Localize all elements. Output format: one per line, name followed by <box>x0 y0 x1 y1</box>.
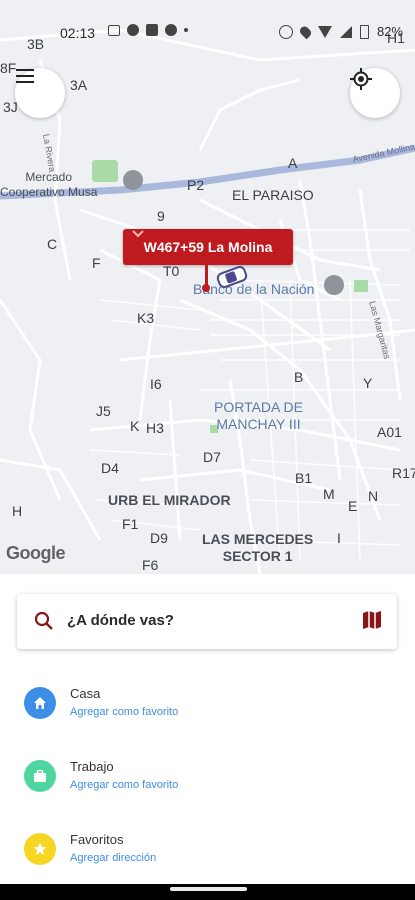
favorite-places[interactable]: Favoritos Agregar dirección <box>0 820 415 880</box>
hamburger-icon <box>16 69 34 83</box>
map-label-k: K <box>130 418 140 434</box>
bank-pin-icon <box>324 275 344 295</box>
map-label-n: N <box>368 488 379 504</box>
map-label-f1: F1 <box>122 516 139 532</box>
favorite-home[interactable]: Casa Agregar como favorito <box>0 674 415 734</box>
chevron-down-icon <box>132 230 144 238</box>
favorite-work-title: Trabajo <box>70 759 114 774</box>
map-label-el-paraiso: EL PARAISO <box>232 187 314 203</box>
car-icon <box>216 266 248 288</box>
map-label-r17: R17 <box>392 465 415 481</box>
favorite-home-title: Casa <box>70 686 101 701</box>
pin-dot <box>202 284 210 292</box>
map-view[interactable]: 3B 8F 3J 3A H1 A Mercado Cooperativo Mus… <box>0 0 415 574</box>
favorite-places-title: Favoritos <box>70 832 124 847</box>
map-label-t0: T0 <box>163 263 180 279</box>
map-label-a01: A01 <box>377 424 402 440</box>
briefcase-icon <box>24 760 56 792</box>
destination-search[interactable]: ¿A dónde vas? <box>17 594 397 649</box>
pin-stem <box>205 265 208 285</box>
map-label-b: B <box>294 369 304 385</box>
map-label-urb: URB EL MIRADOR <box>108 492 231 508</box>
map-icon[interactable] <box>361 609 383 631</box>
map-label-3a: 3A <box>70 77 88 93</box>
map-label-d7: D7 <box>203 449 221 465</box>
map-label-f6: F6 <box>142 557 159 573</box>
map-label-8f: 8F <box>0 60 17 76</box>
map-label-9: 9 <box>157 208 165 224</box>
pickup-address: W467+59 La Molina <box>143 239 273 255</box>
map-label-b1: B1 <box>295 470 313 486</box>
search-icon <box>34 611 53 630</box>
map-label-mercedes: LAS MERCEDES SECTOR 1 <box>202 531 314 564</box>
pickup-pin-label[interactable]: W467+59 La Molina <box>123 229 293 265</box>
map-label-f: F <box>92 255 101 271</box>
market-pin-icon <box>123 170 143 190</box>
google-logo: Google <box>6 543 66 563</box>
bottom-sheet: ¿A dónde vas? Casa Agregar como favorito… <box>0 574 415 900</box>
star-icon <box>24 833 56 865</box>
map-label-y: Y <box>363 375 373 391</box>
home-icon <box>24 687 56 719</box>
menu-button[interactable] <box>15 68 65 118</box>
map-label-m: M <box>323 486 335 502</box>
favorite-places-subtitle[interactable]: Agregar dirección <box>70 852 156 864</box>
map-label-i6: I6 <box>150 376 162 392</box>
map-label-p2: P2 <box>187 177 205 193</box>
map-label-h3: H3 <box>146 420 164 436</box>
favorite-work[interactable]: Trabajo Agregar como favorito <box>0 747 415 807</box>
map-label-a: A <box>288 155 298 171</box>
my-location-button[interactable] <box>350 68 400 118</box>
crosshair-icon <box>350 68 372 90</box>
map-label-h1: H1 <box>387 30 405 46</box>
map-label-d4: D4 <box>101 460 119 476</box>
map-label-j5: J5 <box>96 403 111 419</box>
destination-placeholder: ¿A dónde vas? <box>67 612 174 629</box>
map-label-3b: 3B <box>27 36 45 52</box>
map-label-portada: PORTADA DE MANCHAY III <box>214 399 303 432</box>
map-label-d9: D9 <box>150 530 168 546</box>
map-label-k3: K3 <box>137 310 155 326</box>
favorite-work-subtitle[interactable]: Agregar como favorito <box>70 779 178 791</box>
map-label-mercado: Mercado Cooperativo Musa <box>0 170 98 199</box>
home-gesture-bar[interactable] <box>170 887 247 891</box>
map-label-i: I <box>337 530 341 546</box>
favorite-home-subtitle[interactable]: Agregar como favorito <box>70 706 178 718</box>
map-label-h: H <box>12 503 23 519</box>
map-label-c: C <box>47 236 58 252</box>
map-label-e: E <box>348 498 358 514</box>
